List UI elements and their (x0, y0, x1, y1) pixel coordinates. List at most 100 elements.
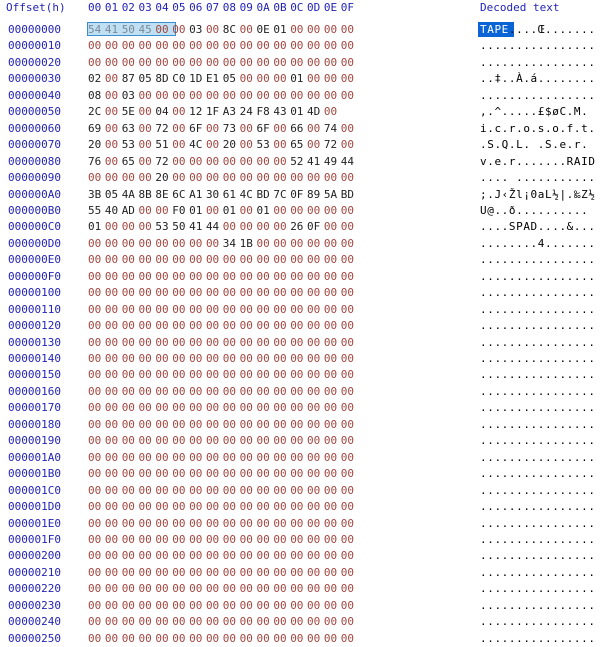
hex-byte[interactable]: 00 (324, 302, 341, 318)
hex-byte[interactable]: 00 (307, 433, 324, 449)
hex-byte[interactable]: 00 (206, 154, 223, 170)
hex-byte[interactable]: F0 (172, 203, 189, 219)
decoded-text[interactable]: ................ (480, 450, 596, 466)
hex-byte[interactable]: 00 (341, 137, 358, 153)
hex-byte[interactable]: 00 (88, 598, 105, 614)
hex-byte[interactable]: 00 (307, 88, 324, 104)
hex-byte[interactable]: 00 (139, 581, 156, 597)
decoded-text[interactable]: ........4....... (480, 236, 596, 252)
hex-byte[interactable]: 00 (273, 121, 290, 137)
hex-row[interactable]: 00000000 54 41 50 45 00 00 03 00 8C 00 0E 01 00 00 00 00… (0, 22, 614, 38)
hex-byte[interactable]: 00 (290, 269, 307, 285)
hex-byte[interactable]: 00 (341, 38, 358, 54)
hex-byte[interactable]: 00 (223, 450, 240, 466)
hex-byte[interactable]: 00 (105, 466, 122, 482)
hex-byte[interactable]: 00 (206, 302, 223, 318)
hex-byte[interactable]: 7C (273, 187, 290, 203)
hex-byte[interactable]: 00 (273, 170, 290, 186)
hex-byte[interactable]: 73 (223, 121, 240, 137)
hex-byte[interactable]: 00 (88, 302, 105, 318)
hex-byte[interactable]: 00 (273, 532, 290, 548)
hex-byte[interactable]: 00 (307, 581, 324, 597)
hex-byte[interactable]: 00 (206, 581, 223, 597)
hex-byte[interactable]: 03 (189, 22, 206, 38)
hex-byte[interactable]: 00 (240, 335, 257, 351)
hex-byte[interactable]: 00 (324, 367, 341, 383)
decoded-text[interactable]: ................ (480, 433, 596, 449)
decoded-text[interactable]: ................ (480, 548, 596, 564)
hex-byte[interactable]: 00 (341, 433, 358, 449)
hex-byte[interactable]: 00 (257, 400, 274, 416)
hex-byte[interactable]: 00 (324, 104, 341, 120)
hex-byte[interactable]: 00 (257, 532, 274, 548)
hex-byte[interactable]: 00 (341, 631, 358, 647)
hex-byte[interactable]: 00 (172, 598, 189, 614)
hex-byte[interactable]: 00 (307, 384, 324, 400)
hex-row[interactable]: 000000E0 00 00 00 00 00 00 00 00 00 00 00 00 00 00 00 00… (0, 252, 614, 268)
hex-byte[interactable]: 00 (155, 351, 172, 367)
hex-byte[interactable]: 01 (273, 22, 290, 38)
hex-byte[interactable]: 00 (240, 367, 257, 383)
hex-byte[interactable]: 00 (290, 384, 307, 400)
hex-byte[interactable]: 53 (257, 137, 274, 153)
hex-byte[interactable]: 00 (240, 516, 257, 532)
decoded-text[interactable]: ................ (480, 516, 596, 532)
decoded-text[interactable]: ................ (480, 532, 596, 548)
hex-byte[interactable]: 00 (257, 433, 274, 449)
hex-byte[interactable]: 00 (172, 614, 189, 630)
hex-byte[interactable]: 00 (122, 302, 139, 318)
hex-byte[interactable]: 00 (273, 598, 290, 614)
hex-byte[interactable]: 00 (341, 335, 358, 351)
hex-byte[interactable]: 00 (172, 565, 189, 581)
hex-byte[interactable]: 00 (122, 483, 139, 499)
hex-byte[interactable]: 00 (341, 236, 358, 252)
hex-byte[interactable]: 00 (257, 252, 274, 268)
hex-row[interactable]: 00000250 00 00 00 00 00 00 00 00 00 00 00 00 00 00 00 00… (0, 631, 614, 647)
hex-byte[interactable]: 00 (257, 318, 274, 334)
hex-byte[interactable]: 00 (290, 483, 307, 499)
hex-byte[interactable]: 00 (257, 548, 274, 564)
hex-byte[interactable]: 00 (189, 400, 206, 416)
hex-byte[interactable]: 00 (240, 483, 257, 499)
hex-byte[interactable]: 00 (206, 499, 223, 515)
hex-byte[interactable]: 00 (206, 548, 223, 564)
hex-byte[interactable]: 00 (189, 351, 206, 367)
hex-row[interactable]: 00000090 00 00 00 00 20 00 00 00 00 00 00 00 00 00 00 00… (0, 170, 614, 186)
hex-byte[interactable]: A3 (223, 104, 240, 120)
hex-row[interactable]: 00000220 00 00 00 00 00 00 00 00 00 00 00 00 00 00 00 00… (0, 581, 614, 597)
hex-byte[interactable]: 00 (172, 516, 189, 532)
hex-byte[interactable]: 00 (257, 483, 274, 499)
hex-row[interactable]: 00000050 2C 00 5E 00 04 00 12 1F A3 24 F8 43 01 4D 00,.… (0, 104, 614, 120)
hex-byte[interactable]: 40 (105, 203, 122, 219)
decoded-text[interactable]: ................ (480, 38, 596, 54)
hex-byte[interactable]: 00 (307, 614, 324, 630)
decoded-text[interactable]: ................ (480, 367, 596, 383)
hex-byte[interactable]: 00 (341, 499, 358, 515)
hex-byte[interactable]: 00 (257, 219, 274, 235)
hex-byte[interactable]: 00 (172, 154, 189, 170)
hex-byte[interactable]: 00 (139, 252, 156, 268)
hex-byte[interactable]: 00 (223, 351, 240, 367)
hex-byte[interactable]: 00 (257, 466, 274, 482)
hex-byte[interactable]: 00 (223, 335, 240, 351)
hex-byte[interactable]: 00 (240, 351, 257, 367)
hex-byte[interactable]: 00 (240, 466, 257, 482)
hex-byte[interactable]: 1F (206, 104, 223, 120)
hex-byte[interactable]: 00 (189, 154, 206, 170)
hex-byte[interactable]: 00 (257, 335, 274, 351)
decoded-text[interactable]: ................ (480, 285, 596, 301)
decoded-text[interactable]: ................ (480, 318, 596, 334)
hex-byte[interactable]: 00 (155, 565, 172, 581)
hex-byte[interactable]: 00 (341, 22, 358, 38)
hex-row[interactable]: 000000C0 01 00 00 00 53 50 41 44 00 00 00 00 26 0F 00 00… (0, 219, 614, 235)
hex-byte[interactable]: 00 (290, 22, 307, 38)
hex-byte[interactable]: 0F (307, 219, 324, 235)
hex-byte[interactable]: 00 (341, 384, 358, 400)
hex-byte[interactable]: 00 (307, 269, 324, 285)
hex-byte[interactable]: 00 (88, 516, 105, 532)
hex-byte[interactable]: 00 (105, 285, 122, 301)
hex-byte[interactable]: 00 (172, 236, 189, 252)
hex-byte[interactable]: 00 (324, 285, 341, 301)
hex-byte[interactable]: 00 (139, 219, 156, 235)
hex-byte[interactable]: 00 (105, 417, 122, 433)
